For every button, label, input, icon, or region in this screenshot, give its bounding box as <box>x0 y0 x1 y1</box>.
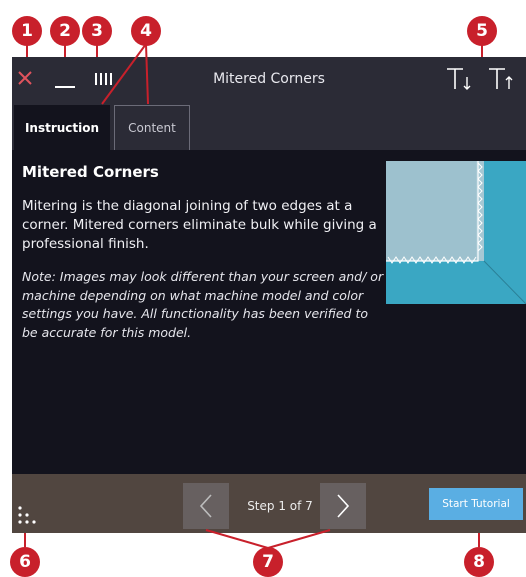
callout-badge-7: 7 <box>253 547 283 577</box>
callout-badge-4: 4 <box>131 16 161 46</box>
callout-badge-2: 2 <box>50 16 80 46</box>
callout-lines-diagonal <box>101 43 331 549</box>
callout-badge-6: 6 <box>10 547 40 577</box>
callout-badge-3: 3 <box>82 16 112 46</box>
callout-badge-8: 8 <box>464 547 494 577</box>
callout-badge-5: 5 <box>467 16 497 46</box>
callout-badge-1: 1 <box>12 16 42 46</box>
